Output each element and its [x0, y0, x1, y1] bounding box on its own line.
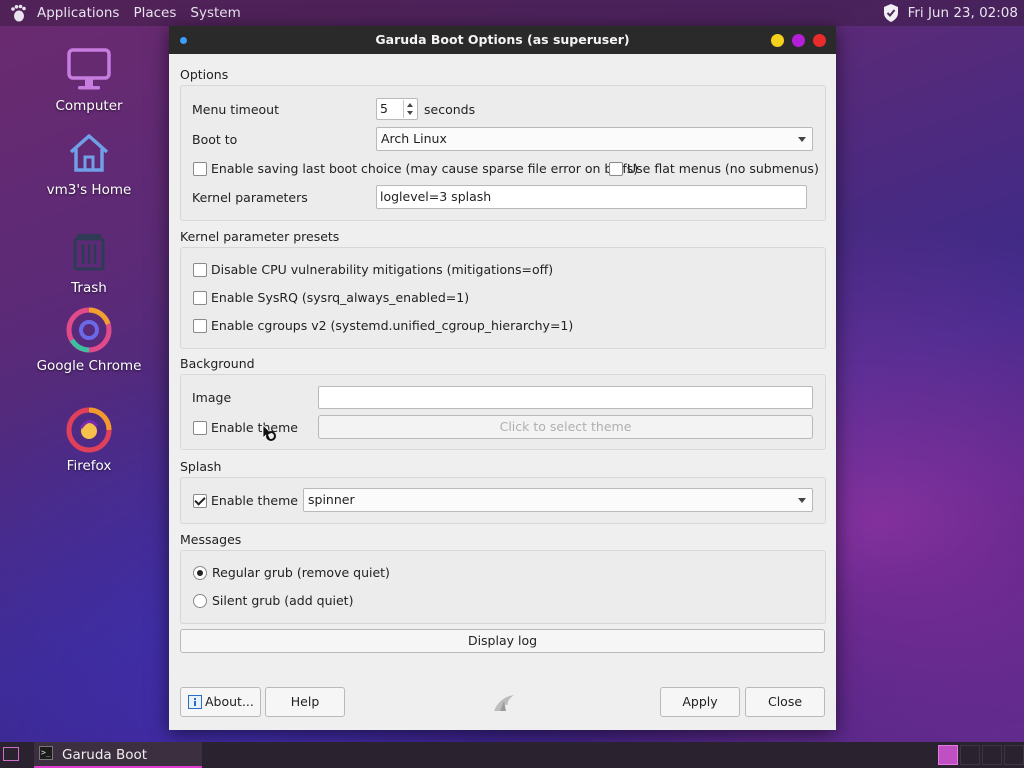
- save-last-boot-checkbox[interactable]: [193, 162, 207, 176]
- splash-theme-label: Enable theme: [211, 493, 298, 508]
- about-label: About...: [205, 694, 254, 709]
- shield-icon[interactable]: [882, 3, 900, 23]
- desktop-icon-label: Trash: [71, 280, 107, 296]
- busy-cursor-icon: [262, 424, 276, 442]
- desktop-icon-label: Google Chrome: [36, 358, 142, 374]
- desktop-icon-label: Computer: [55, 98, 123, 114]
- workspace-3[interactable]: [982, 745, 1002, 765]
- info-icon: [188, 695, 202, 709]
- desktop-icon-chrome[interactable]: Google Chrome: [29, 306, 149, 374]
- cgroups-label: Enable cgroups v2 (systemd.unified_cgrou…: [211, 318, 574, 333]
- regular-grub-radio[interactable]: [193, 566, 207, 580]
- regular-grub-label: Regular grub (remove quiet): [212, 565, 390, 580]
- splash-group: Enable theme spinner: [180, 477, 826, 524]
- boot-options-dialog: Garuda Boot Options (as superuser) Optio…: [169, 26, 836, 730]
- background-theme-checkbox[interactable]: [193, 421, 207, 435]
- display-log-button[interactable]: Display log: [180, 629, 825, 653]
- spin-arrows-icon[interactable]: [403, 100, 416, 118]
- splash-theme-value: spinner: [308, 492, 355, 507]
- menu-timeout-value: 5: [380, 101, 388, 116]
- background-section-title: Background: [180, 356, 255, 371]
- flat-menus-label: Use flat menus (no submenus): [627, 161, 819, 176]
- splash-theme-select[interactable]: spinner: [303, 488, 813, 512]
- silent-grub-radio[interactable]: [193, 594, 207, 608]
- titlebar[interactable]: Garuda Boot Options (as superuser): [169, 26, 836, 54]
- places-menu[interactable]: Places: [126, 0, 183, 26]
- mitigations-label: Disable CPU vulnerability mitigations (m…: [211, 262, 554, 277]
- sysrq-checkbox[interactable]: [193, 291, 207, 305]
- workspace-4[interactable]: [1004, 745, 1024, 765]
- apply-button[interactable]: Apply: [660, 687, 740, 717]
- show-desktop-icon[interactable]: [3, 747, 19, 761]
- close-button[interactable]: Close: [745, 687, 825, 717]
- terminal-icon: >_: [39, 746, 53, 760]
- sysrq-label: Enable SysRQ (sysrq_always_enabled=1): [211, 290, 470, 305]
- desktop-icon-firefox[interactable]: Firefox: [29, 406, 149, 474]
- flat-menus-checkbox[interactable]: [609, 162, 623, 176]
- menu-timeout-unit: seconds: [424, 102, 476, 117]
- system-menu[interactable]: System: [183, 0, 247, 26]
- presets-group: Disable CPU vulnerability mitigations (m…: [180, 247, 826, 349]
- chevron-down-icon: [798, 137, 806, 142]
- desktop-icon-label: vm3's Home: [46, 182, 132, 198]
- messages-group: Regular grub (remove quiet) Silent grub …: [180, 550, 826, 624]
- minimize-button[interactable]: [771, 34, 784, 47]
- menu-timeout-label: Menu timeout: [192, 102, 280, 117]
- desktop-icon-trash[interactable]: Trash: [29, 228, 149, 296]
- boot-to-value: Arch Linux: [381, 131, 447, 146]
- desktop-icon-computer[interactable]: Computer: [29, 46, 149, 114]
- desktop-icon-label: Firefox: [66, 458, 112, 474]
- clock[interactable]: Fri Jun 23, 02:08: [904, 5, 1024, 21]
- chevron-down-icon: [798, 498, 806, 503]
- messages-section-title: Messages: [180, 532, 242, 547]
- taskbar-task[interactable]: >_ Garuda Boot Option...: [34, 742, 202, 768]
- boot-to-select[interactable]: Arch Linux: [376, 127, 813, 151]
- about-button[interactable]: About...: [180, 687, 261, 717]
- chrome-icon: [66, 307, 112, 353]
- top-panel: Applications Places System Fri Jun 23, 0…: [0, 0, 1024, 26]
- splash-section-title: Splash: [180, 459, 222, 474]
- applications-menu[interactable]: Applications: [30, 0, 126, 26]
- kernel-params-label: Kernel parameters: [192, 190, 308, 205]
- desktop-icon-home[interactable]: vm3's Home: [29, 130, 149, 198]
- window-title: Garuda Boot Options (as superuser): [375, 32, 630, 47]
- garuda-logo-icon: [494, 695, 514, 711]
- presets-section-title: Kernel parameter presets: [180, 229, 340, 244]
- trash-icon: [73, 234, 105, 271]
- image-path-input[interactable]: [318, 386, 813, 409]
- monitor-icon: [67, 48, 111, 90]
- image-label: Image: [192, 390, 232, 405]
- select-theme-button[interactable]: Click to select theme: [318, 415, 813, 439]
- home-folder-icon: [69, 134, 109, 172]
- panel-menu: Applications Places System: [0, 0, 248, 26]
- workspace-2[interactable]: [960, 745, 980, 765]
- options-section-title: Options: [180, 67, 229, 82]
- cgroups-checkbox[interactable]: [193, 319, 207, 333]
- close-window-button[interactable]: [813, 34, 826, 47]
- firefox-icon: [66, 407, 112, 453]
- save-last-boot-label: Enable saving last boot choice (may caus…: [211, 161, 639, 176]
- task-label: Garuda Boot Option...: [62, 747, 148, 763]
- splash-theme-checkbox[interactable]: [193, 494, 207, 508]
- gnome-foot-icon[interactable]: [8, 3, 28, 23]
- mitigations-checkbox[interactable]: [193, 263, 207, 277]
- kernel-params-input[interactable]: loglevel=3 splash: [376, 185, 807, 209]
- maximize-button[interactable]: [792, 34, 805, 47]
- boot-to-label: Boot to: [192, 132, 238, 147]
- panel-right: Fri Jun 23, 02:08: [882, 0, 1024, 26]
- silent-grub-label: Silent grub (add quiet): [212, 593, 354, 608]
- help-button[interactable]: Help: [265, 687, 345, 717]
- menu-timeout-spinbox[interactable]: 5: [376, 98, 418, 120]
- workspace-1[interactable]: [938, 745, 958, 765]
- options-group: Menu timeout 5 seconds Boot to Arch Linu…: [180, 85, 826, 221]
- background-theme-label: Enable theme: [211, 420, 298, 435]
- taskbar: >_ Garuda Boot Option...: [0, 742, 1024, 768]
